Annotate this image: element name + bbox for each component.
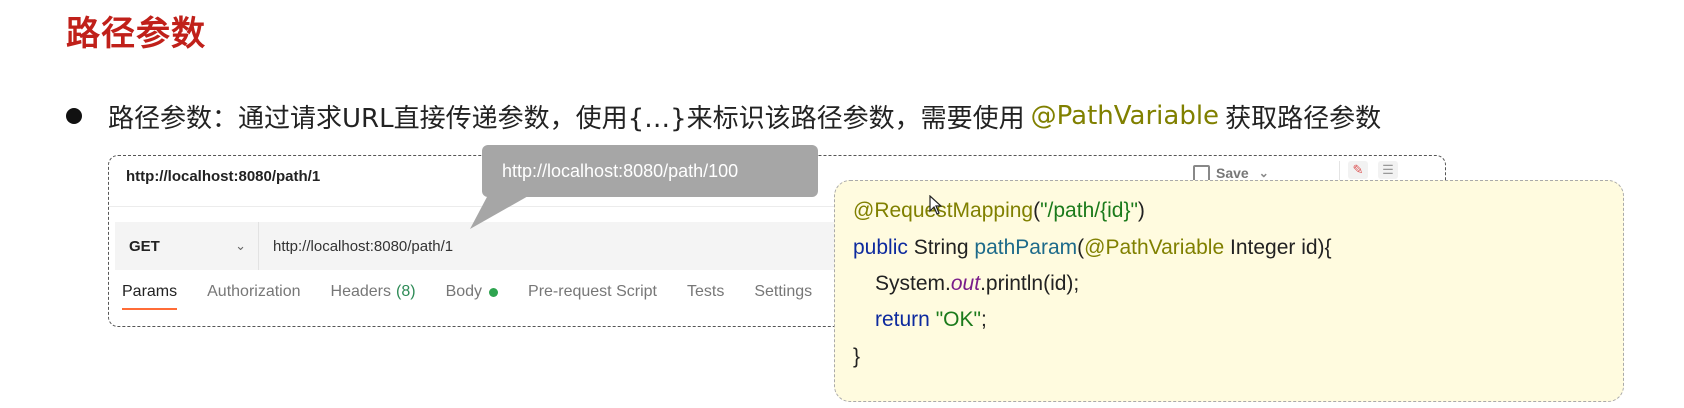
callout-tail bbox=[470, 195, 530, 229]
request-name[interactable]: http://localhost:8080/path/1 bbox=[126, 168, 320, 185]
field-token: out bbox=[950, 272, 981, 295]
tab-label: Pre-request Script bbox=[528, 283, 657, 300]
tab-headers[interactable]: Headers (8) bbox=[331, 283, 416, 309]
tab-label: Settings bbox=[754, 283, 813, 300]
call-token: .println(id); bbox=[980, 272, 1080, 295]
tab-authorization[interactable]: Authorization bbox=[207, 283, 300, 309]
paren-token: ) bbox=[1137, 199, 1145, 222]
tab-pre-request-script[interactable]: Pre-request Script bbox=[528, 283, 657, 309]
bullet-highlight: @PathVariable bbox=[1030, 101, 1220, 131]
tab-label: Authorization bbox=[207, 283, 301, 300]
method-select[interactable]: GET ⌄ bbox=[115, 222, 259, 270]
tab-settings[interactable]: Settings bbox=[754, 283, 812, 309]
string-token: "/path/{id}" bbox=[1040, 199, 1138, 222]
bullet-dot-icon bbox=[66, 108, 82, 124]
bullet-point: 路径参数：通过请求URL直接传递参数，使用{…}来标识该路径参数，需要使用 @P… bbox=[66, 98, 1381, 134]
brace-token: } bbox=[853, 345, 861, 368]
keyword-token: return bbox=[875, 308, 930, 331]
status-dot-icon bbox=[489, 287, 499, 297]
type-token: String bbox=[907, 236, 975, 259]
code-line-1: @RequestMapping("/path/{id}") bbox=[853, 199, 1145, 223]
class-token: System. bbox=[875, 272, 951, 295]
bullet-text-after: 获取路径参数 bbox=[1225, 103, 1382, 134]
method-label: GET bbox=[129, 237, 160, 255]
slide-title: 路径参数 bbox=[66, 14, 206, 54]
callout-text: http://localhost:8080/path/100 bbox=[502, 160, 739, 181]
request-tabs: Params Authorization Headers (8) Body Pr… bbox=[122, 283, 812, 310]
code-line-5: } bbox=[853, 345, 860, 369]
string-token: "OK" bbox=[929, 308, 981, 331]
url-value: http://localhost:8080/path/1 bbox=[273, 237, 454, 255]
tab-label: Headers bbox=[330, 283, 391, 300]
tab-body[interactable]: Body bbox=[445, 283, 499, 309]
url-callout: http://localhost:8080/path/100 bbox=[482, 145, 818, 197]
code-line-3: System.out.println(id); bbox=[875, 272, 1079, 296]
code-snippet: @RequestMapping("/path/{id}") public Str… bbox=[834, 180, 1624, 402]
method-token: pathParam bbox=[974, 236, 1078, 259]
mouse-cursor-icon bbox=[929, 195, 943, 215]
save-icon bbox=[1193, 164, 1210, 182]
chevron-down-icon[interactable]: ⌄ bbox=[1259, 166, 1269, 180]
annotation-token: @RequestMapping bbox=[853, 199, 1034, 222]
document-icon[interactable]: ☰ bbox=[1378, 161, 1398, 179]
tab-tests[interactable]: Tests bbox=[687, 283, 724, 309]
headers-count: (8) bbox=[396, 283, 416, 300]
bullet-text-before: 路径参数：通过请求URL直接传递参数，使用{…}来标识该路径参数，需要使用 bbox=[108, 103, 1025, 134]
params-token: Integer id){ bbox=[1224, 236, 1332, 259]
tab-label: Params bbox=[122, 283, 178, 300]
pencil-icon[interactable]: ✎ bbox=[1348, 161, 1368, 179]
chevron-down-icon: ⌄ bbox=[235, 238, 246, 253]
tab-label: Tests bbox=[686, 283, 725, 300]
save-label: Save bbox=[1216, 165, 1249, 181]
semicolon-token: ; bbox=[980, 308, 987, 331]
tab-label: Body bbox=[445, 283, 483, 300]
tab-params[interactable]: Params bbox=[122, 283, 178, 310]
annotation-token: @PathVariable bbox=[1084, 236, 1225, 259]
keyword-token: public bbox=[853, 236, 908, 259]
code-line-4: return "OK"; bbox=[875, 308, 987, 332]
code-line-2: public String pathParam(@PathVariable In… bbox=[853, 236, 1332, 260]
